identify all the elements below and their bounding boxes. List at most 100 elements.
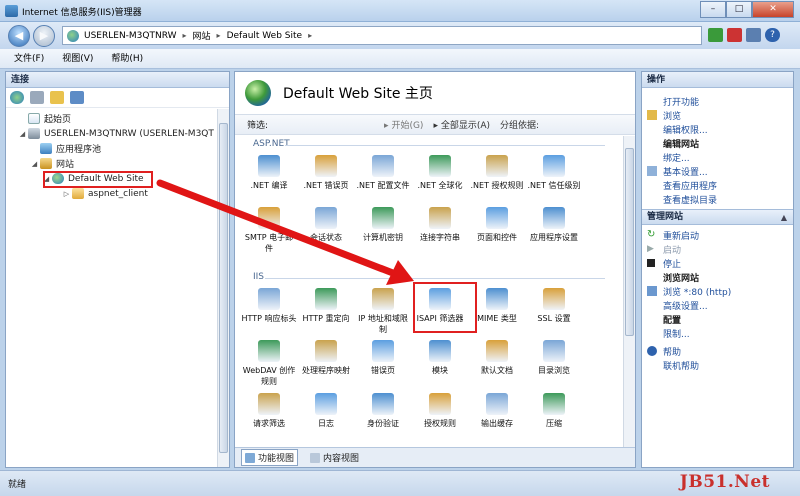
collapse-icon[interactable]: ◢ <box>30 160 39 168</box>
save-icon[interactable] <box>30 91 44 104</box>
features-scrollbar[interactable] <box>623 136 635 447</box>
action-restart[interactable]: ↻ 重新启动 <box>642 228 793 242</box>
menu-view[interactable]: 视图(V) <box>62 49 93 68</box>
forward-button[interactable]: ▶ <box>33 25 55 47</box>
feature-icon <box>372 340 394 362</box>
feature-tile[interactable]: 连接字符串 <box>412 207 468 243</box>
up-folder-icon[interactable] <box>50 91 64 104</box>
action-view-virtual-dirs[interactable]: 查看虚拟目录 <box>642 192 793 206</box>
action-limits[interactable]: 限制... <box>642 326 793 340</box>
feature-tile[interactable]: 默认文档 <box>469 340 525 376</box>
tree-item-aspnet-client[interactable]: ▷ aspnet_client <box>6 186 229 201</box>
feature-tile[interactable]: MIME 类型 <box>469 288 525 324</box>
collapse-icon[interactable]: ◢ <box>18 130 27 138</box>
feature-tile[interactable]: 应用程序设置 <box>526 207 582 243</box>
feature-tile[interactable]: 授权规则 <box>412 393 468 429</box>
disconnect-icon[interactable] <box>70 91 84 104</box>
manage-site-header[interactable]: 管理网站 ▲ <box>642 209 793 225</box>
action-bindings[interactable]: 绑定... <box>642 150 793 164</box>
connect-globe-icon[interactable] <box>10 91 24 104</box>
feature-icon <box>258 288 280 310</box>
menu-help[interactable]: 帮助(H) <box>111 49 143 68</box>
tree-item-sites[interactable]: ◢ 网站 <box>6 156 229 171</box>
feature-tile[interactable]: .NET 错误页 <box>298 155 354 191</box>
tab-content-view[interactable]: 内容视图 <box>310 451 359 464</box>
feature-tile[interactable]: 页面和控件 <box>469 207 525 243</box>
feature-tile[interactable]: .NET 配置文件 <box>355 155 411 191</box>
feature-tile[interactable]: WebDAV 创作规则 <box>241 340 297 387</box>
minimize-button[interactable]: – <box>700 1 726 18</box>
tree-item-app-pools[interactable]: 应用程序池 <box>6 141 229 156</box>
page-icon <box>28 113 40 124</box>
action-online-help[interactable]: 联机帮助 <box>642 358 793 372</box>
action-browse-80[interactable]: 浏览 *:80 (http) <box>642 284 793 298</box>
show-all-button[interactable]: ▸ 全部显示(A) <box>433 118 490 131</box>
close-button[interactable]: ✕ <box>752 1 794 18</box>
feature-tile[interactable]: .NET 编译 <box>241 155 297 191</box>
feature-tile[interactable]: .NET 全球化 <box>412 155 468 191</box>
feature-tile[interactable]: 处理程序映射 <box>298 340 354 376</box>
action-explore[interactable]: 浏览 <box>642 108 793 122</box>
feature-icon <box>315 288 337 310</box>
feature-tile[interactable]: IP 地址和域限制 <box>355 288 411 335</box>
feature-tile[interactable]: 会话状态 <box>298 207 354 243</box>
feature-tile[interactable]: SSL 设置 <box>526 288 582 324</box>
status-bar: 就绪 JB51.Net <box>0 470 800 496</box>
action-edit-permissions[interactable]: 编辑权限... <box>642 122 793 136</box>
feature-icon <box>372 207 394 229</box>
action-stop[interactable]: 停止 <box>642 256 793 270</box>
tree-item-start-page[interactable]: 起始页 <box>6 111 229 126</box>
tab-features-view[interactable]: 功能视图 <box>241 449 299 466</box>
globe-icon <box>67 29 79 42</box>
stop-icon[interactable] <box>727 28 742 42</box>
help-icon[interactable]: ? <box>765 28 780 42</box>
expand-icon[interactable]: ▷ <box>62 190 71 198</box>
maximize-button[interactable]: □ <box>726 1 752 18</box>
feature-tile[interactable]: 压缩 <box>526 393 582 429</box>
feature-tile[interactable]: 输出缓存 <box>469 393 525 429</box>
edit-site-heading: 编辑网站 <box>663 139 700 150</box>
filter-label: 筛选: <box>247 121 269 131</box>
feature-label: SSL 设置 <box>537 314 571 323</box>
feature-tile[interactable]: 错误页 <box>355 340 411 376</box>
action-advanced-settings[interactable]: 高级设置... <box>642 298 793 312</box>
menu-file[interactable]: 文件(F) <box>14 49 44 68</box>
feature-label: 处理程序映射 <box>302 366 350 375</box>
feature-tile[interactable]: .NET 授权规则 <box>469 155 525 191</box>
feature-tile[interactable]: 目录浏览 <box>526 340 582 376</box>
breadcrumb-sites[interactable]: 网站 <box>193 29 211 42</box>
action-view-applications[interactable]: 查看应用程序 <box>642 178 793 192</box>
feature-icon <box>315 393 337 415</box>
divider <box>285 145 605 146</box>
home-icon[interactable] <box>746 28 761 42</box>
feature-label: 连接字符串 <box>420 233 460 242</box>
view-tabs: 功能视图 内容视图 <box>235 447 635 467</box>
feature-tile[interactable]: 请求筛选 <box>241 393 297 429</box>
feature-tile[interactable]: 计算机密钥 <box>355 207 411 243</box>
feature-tile[interactable]: 身份验证 <box>355 393 411 429</box>
back-button[interactable]: ◀ <box>8 25 30 47</box>
action-basic-settings[interactable]: 基本设置... <box>642 164 793 178</box>
feature-tile[interactable]: 模块 <box>412 340 468 376</box>
breadcrumb-server[interactable]: USERLEN-M3QTNRW <box>84 31 177 41</box>
breadcrumb[interactable]: USERLEN-M3QTNRW ▸ 网站 ▸ Default Web Site … <box>62 26 702 45</box>
start-button[interactable]: ▸ 开始(G) <box>384 118 423 131</box>
tree-item-server[interactable]: ◢ USERLEN-M3QTNRW (USERLEN-M3QT <box>6 126 229 141</box>
left-scrollbar[interactable] <box>217 109 229 467</box>
refresh-icon[interactable] <box>708 28 723 42</box>
feature-icon <box>543 155 565 177</box>
action-open-feature[interactable]: 打开功能 <box>642 94 793 108</box>
feature-tile[interactable]: ISAPI 筛选器 <box>412 288 468 324</box>
feature-tile[interactable]: 日志 <box>298 393 354 429</box>
collapse-icon[interactable]: ▲ <box>781 211 787 225</box>
feature-tile[interactable]: .NET 信任级别 <box>526 155 582 191</box>
feature-label: 计算机密钥 <box>363 233 403 242</box>
group-by-dropdown[interactable]: 分组依据: <box>500 118 539 131</box>
feature-icon <box>258 393 280 415</box>
feature-tile[interactable]: SMTP 电子邮件 <box>241 207 297 254</box>
filter-input[interactable] <box>272 118 342 132</box>
action-help[interactable]: 帮助 <box>642 344 793 358</box>
breadcrumb-site[interactable]: Default Web Site <box>227 31 303 41</box>
feature-tile[interactable]: HTTP 重定向 <box>298 288 354 324</box>
feature-tile[interactable]: HTTP 响应标头 <box>241 288 297 324</box>
